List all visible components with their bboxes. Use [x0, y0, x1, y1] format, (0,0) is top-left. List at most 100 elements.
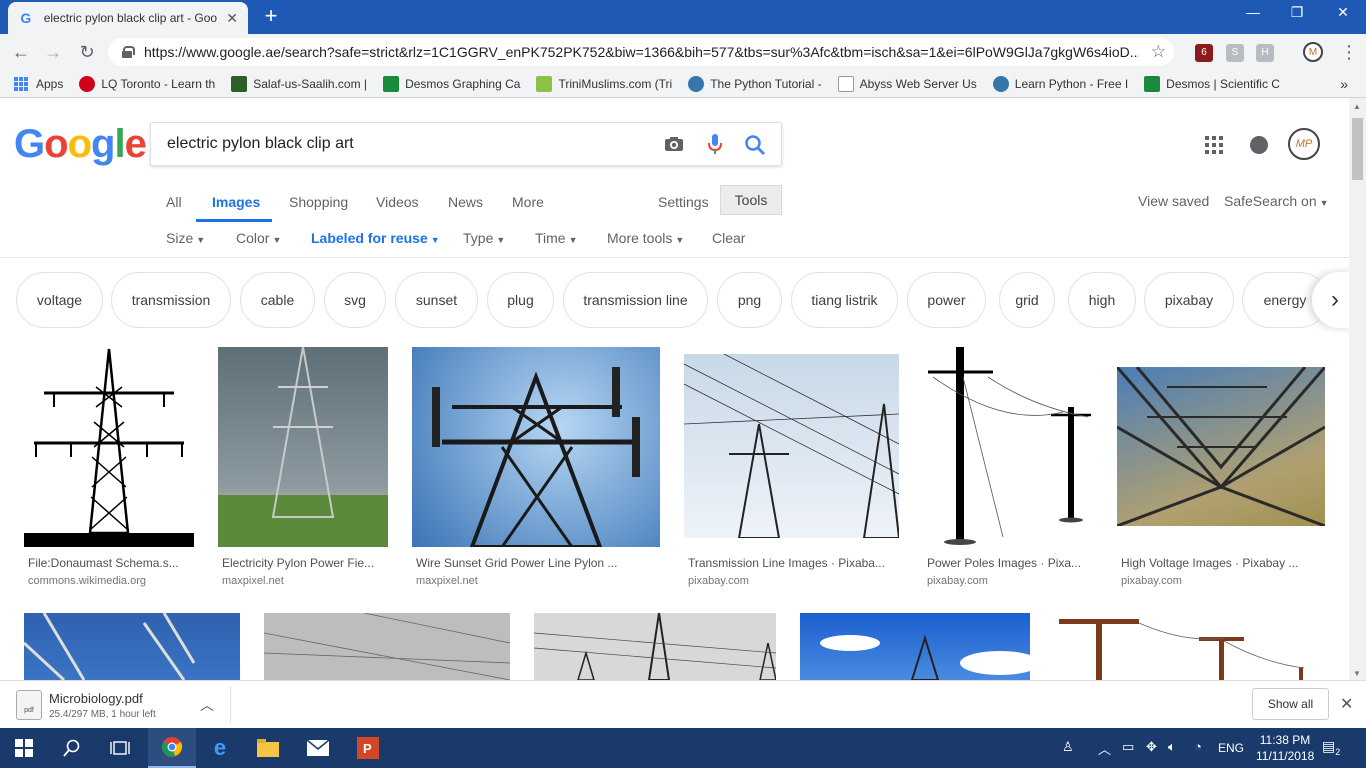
browser-tab[interactable]: G electric pylon black clip art - Goo ✕ — [8, 2, 248, 34]
settings-link[interactable]: Settings — [658, 194, 709, 210]
tab-videos[interactable]: Videos — [376, 194, 419, 210]
result-site[interactable]: pixabay.com — [1121, 575, 1182, 587]
google-apps-icon[interactable] — [1205, 136, 1223, 154]
restore-button[interactable]: ❐ — [1282, 4, 1312, 21]
result-thumbnail[interactable] — [218, 347, 388, 547]
back-button[interactable]: ← — [10, 41, 32, 63]
wifi-icon[interactable]: ◔ — [1194, 739, 1202, 754]
ublock-extension-icon[interactable]: 6 — [1195, 44, 1213, 62]
url-text[interactable]: https://www.google.ae/search?safe=strict… — [144, 44, 1139, 60]
chip-svg[interactable]: svg — [324, 272, 386, 328]
language-indicator[interactable]: ENG — [1218, 741, 1244, 755]
filter-type[interactable]: Type ▼ — [463, 230, 505, 246]
filter-size[interactable]: Size ▼ — [166, 230, 205, 246]
chip-power[interactable]: power — [907, 272, 986, 328]
result-thumbnail[interactable] — [800, 613, 1030, 680]
chevron-up-icon[interactable]: ︿ — [200, 695, 214, 715]
chip-grid[interactable]: grid — [999, 272, 1055, 328]
dropbox-icon[interactable]: ✥ — [1146, 739, 1157, 755]
bookmark-apps[interactable]: Apps — [14, 76, 63, 91]
result-site[interactable]: pixabay.com — [927, 575, 988, 587]
result-title[interactable]: Electricity Pylon Power Fie... — [222, 556, 388, 570]
reload-button[interactable]: ↻ — [76, 41, 98, 63]
chip-transmission-line[interactable]: transmission line — [563, 272, 708, 328]
skype-extension-icon[interactable]: S — [1226, 44, 1244, 62]
mail-icon[interactable] — [294, 728, 342, 768]
result-thumbnail[interactable] — [534, 613, 776, 680]
account-avatar[interactable]: MP — [1288, 128, 1320, 160]
scroll-up-icon[interactable]: ▲ — [1353, 102, 1361, 111]
volume-icon[interactable]: 🔈︎ — [1168, 739, 1176, 755]
chip-cable[interactable]: cable — [240, 272, 315, 328]
page-scrollbar[interactable]: ▲ ▼ — [1349, 98, 1366, 680]
forward-button[interactable]: → — [42, 41, 64, 63]
new-tab-button[interactable]: + — [260, 5, 282, 27]
result-title[interactable]: High Voltage Images · Pixabay ... — [1121, 556, 1325, 570]
tab-shopping[interactable]: Shopping — [289, 194, 348, 210]
result-title[interactable]: Transmission Line Images · Pixaba... — [688, 556, 899, 570]
result-title[interactable]: File:Donaumast Schema.s... — [28, 556, 194, 570]
bookmark-item[interactable]: Learn Python - Free I — [992, 75, 1128, 92]
people-icon[interactable]: ♙ — [1062, 739, 1074, 755]
google-logo[interactable]: Google — [14, 122, 147, 167]
bookmark-item[interactable]: The Python Tutorial - — [688, 75, 822, 92]
search-icon[interactable] — [744, 134, 766, 156]
tab-news[interactable]: News — [448, 194, 483, 210]
scrollbar-thumb[interactable] — [1352, 118, 1363, 180]
chip-pixabay[interactable]: pixabay — [1144, 272, 1234, 328]
filter-time[interactable]: Time ▼ — [535, 230, 578, 246]
filter-more-tools[interactable]: More tools ▼ — [607, 230, 684, 246]
search-input[interactable]: electric pylon black clip art — [150, 122, 782, 166]
result-title[interactable]: Power Poles Images · Pixa... — [927, 556, 1093, 570]
bookmark-star-icon[interactable]: ☆ — [1151, 42, 1166, 62]
notifications-icon[interactable] — [1250, 136, 1268, 154]
view-saved-link[interactable]: View saved — [1138, 193, 1209, 209]
file-explorer-icon[interactable] — [244, 728, 292, 768]
filter-usage-rights[interactable]: Labeled for reuse ▼ — [311, 230, 440, 246]
result-thumbnail[interactable] — [24, 613, 240, 680]
chip-high[interactable]: high — [1068, 272, 1136, 328]
result-site[interactable]: pixabay.com — [688, 575, 749, 587]
tab-images[interactable]: Images — [212, 194, 260, 210]
result-title[interactable]: Wire Sunset Grid Power Line Pylon ... — [416, 556, 660, 570]
close-shelf-icon[interactable]: ✕ — [1340, 694, 1353, 714]
bookmark-item[interactable]: Desmos Graphing Ca — [383, 75, 520, 92]
bookmark-item[interactable]: Abyss Web Server Us — [837, 75, 977, 92]
tab-close-icon[interactable]: ✕ — [226, 10, 238, 27]
tray-chevron-up-icon[interactable]: ︿ — [1098, 739, 1111, 758]
windows-start-icon[interactable] — [0, 728, 48, 768]
safesearch-dropdown[interactable]: SafeSearch on ▼ — [1224, 193, 1329, 209]
action-center-icon[interactable]: ▤2 — [1322, 738, 1340, 757]
bookmark-item[interactable]: LQ Toronto - Learn th — [79, 75, 215, 92]
result-site[interactable]: maxpixel.net — [416, 575, 478, 587]
download-file-name[interactable]: Microbiology.pdf — [49, 691, 143, 706]
filter-clear[interactable]: Clear — [712, 230, 745, 246]
camera-icon[interactable] — [664, 136, 684, 152]
edge-taskbar-icon[interactable]: e — [196, 728, 244, 768]
minimize-button[interactable]: — — [1238, 4, 1268, 20]
pdf-file-icon[interactable]: pdf — [16, 690, 42, 720]
chip-voltage[interactable]: voltage — [16, 272, 103, 328]
omnibox[interactable]: https://www.google.ae/search?safe=strict… — [108, 38, 1174, 66]
result-thumbnail[interactable] — [264, 613, 510, 680]
tab-all[interactable]: All — [166, 194, 182, 210]
bookmark-item[interactable]: Salaf-us-Saalih.com | — [231, 75, 367, 92]
show-all-button[interactable]: Show all — [1252, 688, 1329, 720]
tools-button[interactable]: Tools — [720, 185, 782, 215]
task-view-icon[interactable] — [96, 728, 144, 768]
battery-icon[interactable]: ▭ — [1122, 739, 1134, 755]
result-thumbnail[interactable] — [1117, 367, 1325, 526]
profile-avatar-small[interactable]: M — [1303, 42, 1323, 62]
microphone-icon[interactable] — [707, 133, 723, 155]
scroll-down-icon[interactable]: ▼ — [1353, 669, 1361, 678]
chip-tiang-listrik[interactable]: tiang listrik — [791, 272, 898, 328]
filter-color[interactable]: Color ▼ — [236, 230, 281, 246]
result-thumbnail[interactable] — [923, 347, 1093, 547]
window-close-button[interactable]: ✕ — [1328, 4, 1358, 21]
result-site[interactable]: commons.wikimedia.org — [28, 575, 146, 587]
result-thumbnail[interactable] — [412, 347, 660, 547]
chip-sunset[interactable]: sunset — [395, 272, 478, 328]
chrome-taskbar-icon[interactable] — [148, 728, 196, 768]
result-thumbnail[interactable] — [684, 354, 899, 538]
powerpoint-icon[interactable]: P — [344, 728, 392, 768]
